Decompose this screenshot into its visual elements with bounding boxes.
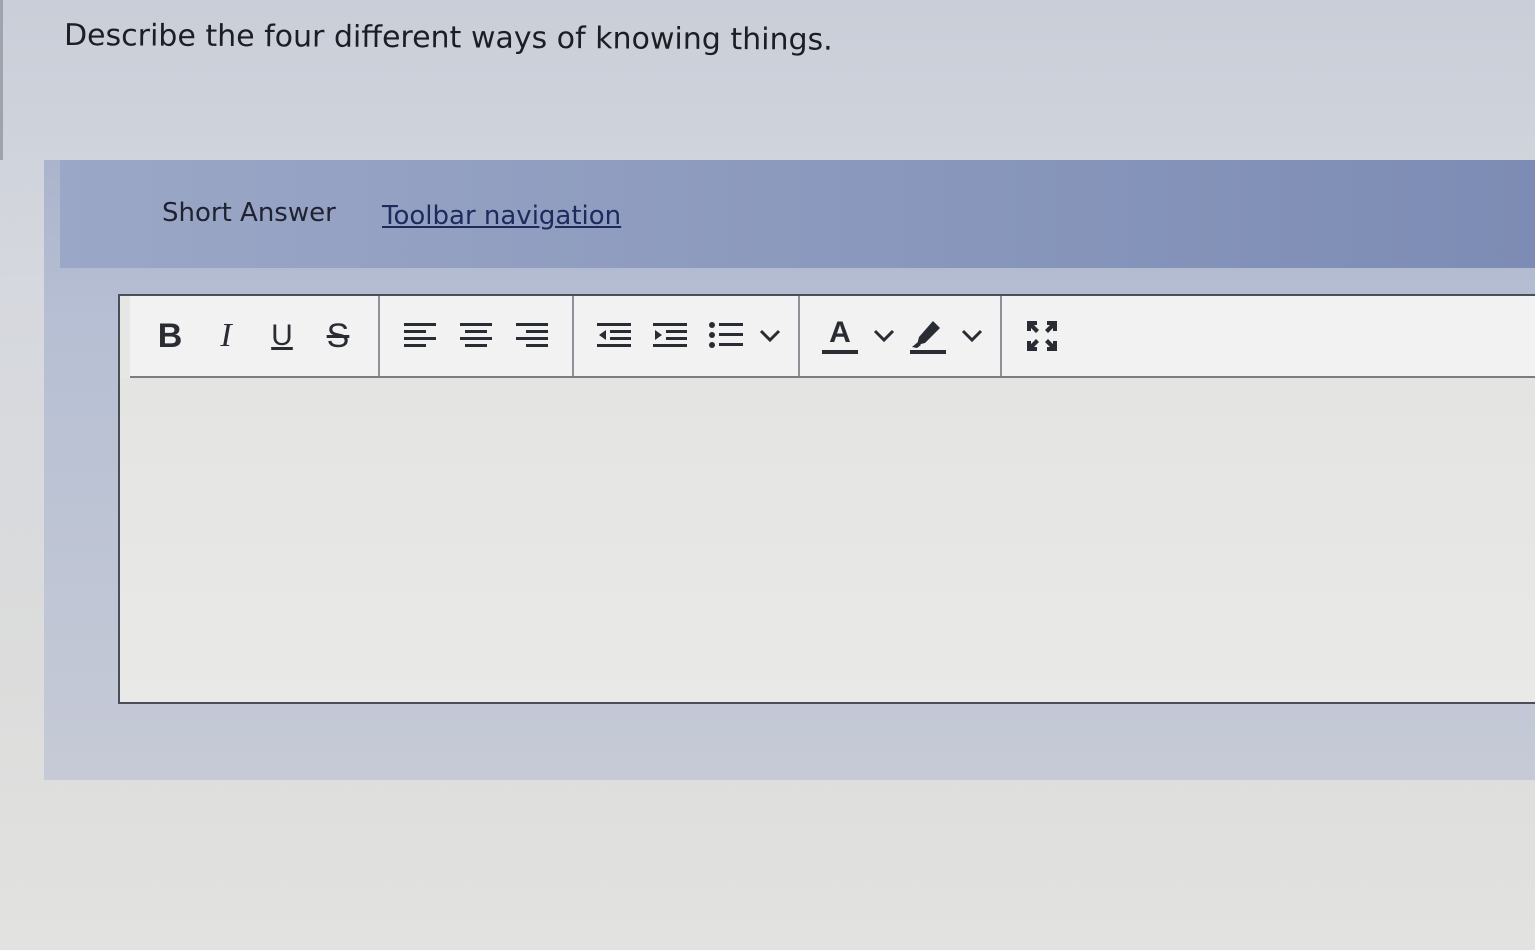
strikethrough-button[interactable]: S	[310, 308, 366, 364]
answer-panel-header: Short Answer Toolbar navigation	[60, 160, 1535, 268]
toolbar-group-view	[1002, 296, 1082, 376]
outdent-button[interactable]	[586, 308, 642, 364]
bold-icon: B	[157, 317, 183, 355]
indent-icon	[653, 323, 687, 347]
toolbar-group-alignment	[380, 296, 574, 376]
highlight-button[interactable]	[900, 308, 956, 364]
chevron-down-icon	[961, 329, 983, 343]
underline-icon: U	[271, 319, 293, 352]
font-color-swatch	[822, 350, 858, 354]
font-color-button[interactable]: A	[812, 308, 868, 364]
bold-button[interactable]: B	[142, 308, 198, 364]
answer-text-area[interactable]	[120, 378, 1535, 702]
indent-button[interactable]	[642, 308, 698, 364]
align-center-icon	[460, 323, 492, 347]
toolbar-group-color: A	[800, 296, 1002, 376]
font-color-icon: A	[829, 316, 851, 349]
fullscreen-icon	[1027, 321, 1057, 351]
page-left-border	[0, 0, 3, 160]
italic-button[interactable]: I	[198, 308, 254, 364]
fullscreen-button[interactable]	[1014, 308, 1070, 364]
highlight-dropdown[interactable]	[956, 308, 988, 364]
editor-toolbar: B I U S A	[130, 296, 1535, 378]
strikethrough-icon: S	[326, 317, 350, 355]
align-center-button[interactable]	[448, 308, 504, 364]
toolbar-group-text-style: B I U S	[130, 296, 380, 376]
toolbar-group-indent-list	[574, 296, 800, 376]
italic-icon: I	[220, 317, 232, 354]
answer-type-label: Short Answer	[162, 198, 336, 228]
list-style-dropdown[interactable]	[754, 308, 786, 364]
bulleted-list-icon	[709, 322, 743, 348]
chevron-down-icon	[759, 329, 781, 343]
bulleted-list-button[interactable]	[698, 308, 754, 364]
outdent-icon	[597, 323, 631, 347]
editor-body	[120, 378, 1535, 702]
align-left-icon	[404, 323, 436, 347]
chevron-down-icon	[873, 329, 895, 343]
rich-text-editor: B I U S A	[118, 294, 1535, 704]
align-right-icon	[516, 323, 548, 347]
align-left-button[interactable]	[392, 308, 448, 364]
highlight-icon	[910, 321, 946, 354]
answer-panel: Short Answer Toolbar navigation B I U S	[44, 160, 1535, 780]
toolbar-navigation-link[interactable]: Toolbar navigation	[382, 201, 621, 231]
font-color-dropdown[interactable]	[868, 308, 900, 364]
underline-button[interactable]: U	[254, 308, 310, 364]
align-right-button[interactable]	[504, 308, 560, 364]
question-text: Describe the four different ways of know…	[63, 18, 833, 58]
